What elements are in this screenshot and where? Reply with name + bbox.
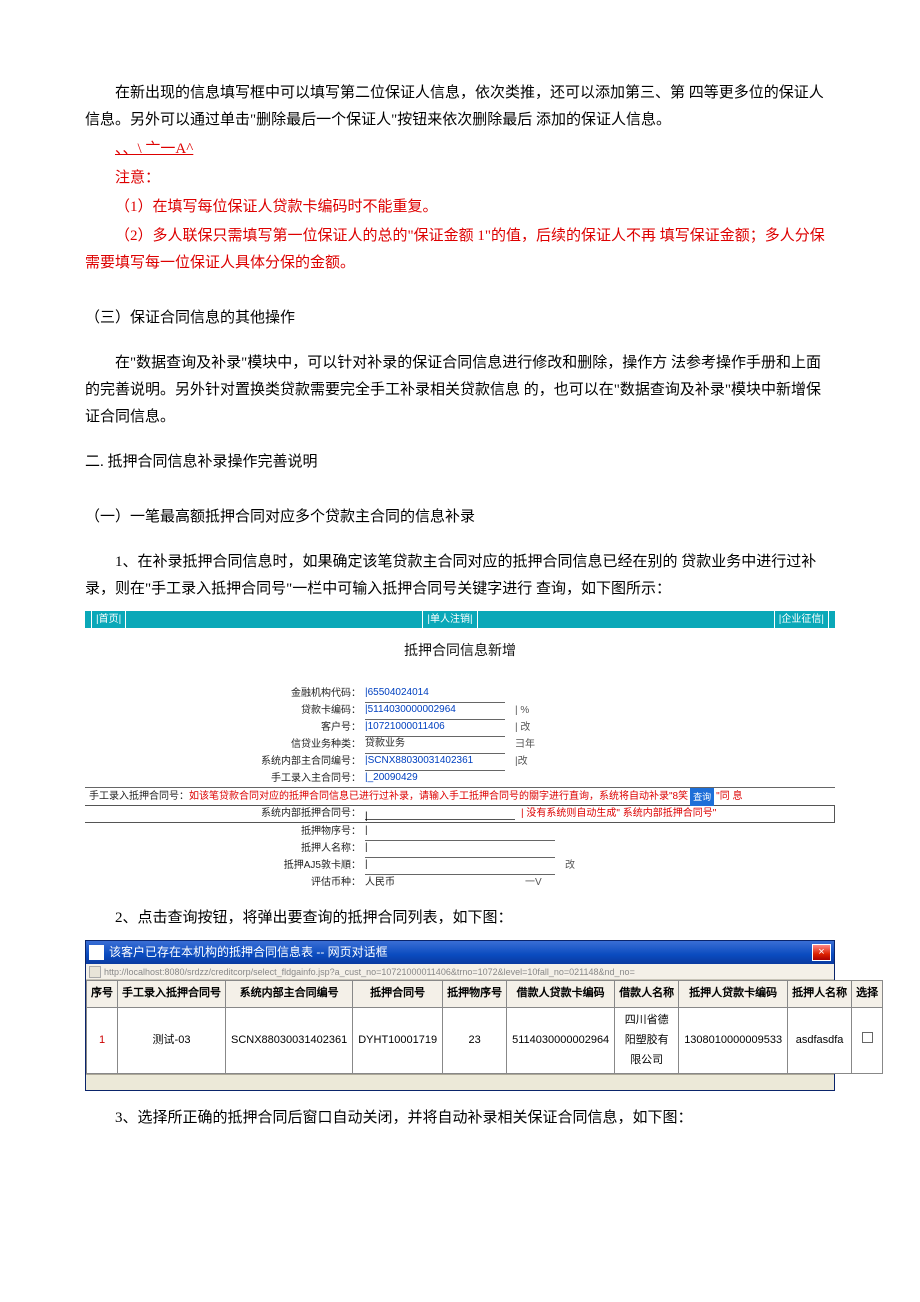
val-main[interactable]: |_20090429	[365, 769, 505, 788]
radio-icon[interactable]	[862, 1032, 873, 1043]
th-bname: 借款人名称	[615, 981, 679, 1008]
lbl-sys: 系统内部主合同编号：	[85, 753, 365, 771]
lbl-main: 手工录入主合同号：	[85, 770, 365, 788]
note-1: （1）在填写每位保证人贷款卡编码时不能重复。	[85, 194, 835, 221]
tab-mid[interactable]: |单人注销|	[422, 611, 477, 629]
th-idx: 序号	[87, 981, 118, 1008]
lbl-type: 信贷业务种类：	[85, 736, 365, 754]
note-head: 注意：	[85, 165, 835, 192]
suffix-cust: | 改	[505, 719, 530, 737]
th-sysmain: 系统内部主合同编号	[226, 981, 353, 1008]
lbl-curr: 评估币种：	[85, 874, 365, 892]
td-bname: 四川省德阳塑胶有限公司	[615, 1007, 679, 1073]
intro-p1: 在新出现的信息填写框中可以填写第二位保证人信息，依次类推，还可以添加第三、第 四…	[85, 80, 835, 134]
dialog-icon	[89, 945, 104, 960]
suffix-card: | %	[505, 702, 529, 720]
lbl-pname: 抵押人名称：	[85, 840, 365, 858]
dialog-title: 该客户已存在本机构的抵押合同信息表 -- 网页对话框	[109, 942, 388, 964]
suffix-pcard: 改	[555, 857, 575, 875]
table-header-row: 序号 手工录入抵押合同号 系统内部主合同编号 抵押合同号 抵押物序号 借款人贷款…	[87, 981, 883, 1008]
th-bcard: 借款人贷款卡编码	[507, 981, 615, 1008]
th-pledgeno: 抵押合同号	[353, 981, 443, 1008]
heading-2: 二. 抵押合同信息补录操作完善说明	[85, 449, 835, 476]
section3-title: （三）保证合同信息的其他操作	[85, 305, 835, 332]
suffix-curr: 一V	[515, 874, 542, 892]
note-syspledge: | 没有系统则自动生成" 系统内部抵押合同号"	[521, 805, 716, 823]
tab-right[interactable]: |企业征信|	[774, 611, 829, 629]
dialog-url: http://localhost:8080/srdzz/creditcorp/s…	[104, 964, 635, 980]
intro-symbol: 、、\ 亠一A^	[85, 136, 835, 163]
step-2: 2、点击查询按钮，将弹出要查询的抵押合同列表，如下图：	[85, 905, 835, 932]
dialog-table: 序号 手工录入抵押合同号 系统内部主合同编号 抵押合同号 抵押物序号 借款人贷款…	[86, 980, 883, 1074]
manual-lbl: 手工录入抵押合同号：	[89, 788, 189, 806]
td-pname: asdfasdfa	[788, 1007, 852, 1073]
lbl-pno: 抵押物序号：	[85, 823, 365, 841]
step-1: 1、在补录抵押合同信息时，如果确定该笔贷款主合同对应的抵押合同信息已经在别的 贷…	[85, 549, 835, 603]
val-pcard[interactable]: |	[365, 856, 555, 875]
lbl-pcard: 抵押AJ5敦卡順：	[85, 857, 365, 875]
note-2: （2）多人联保只需填写第一位保证人的总的"保证金额 1"的值，后续的保证人不再 …	[85, 223, 835, 277]
sub1-title: （一）一笔最高额抵押合同对应多个贷款主合同的信息补录	[85, 504, 835, 531]
th-manual: 手工录入抵押合同号	[118, 981, 226, 1008]
dialog-scrollbar[interactable]	[86, 1074, 834, 1090]
manual-query-btn[interactable]: 査询	[690, 788, 714, 806]
manual-trail: "同 息	[716, 788, 742, 806]
close-icon[interactable]: ×	[812, 944, 831, 961]
val-syspledge[interactable]: |	[365, 808, 515, 820]
lbl-card: 贷款卡编码：	[85, 702, 365, 720]
table-row: 1 测试-03 SCNX88030031402361 DYHT10001719 …	[87, 1007, 883, 1073]
val-curr[interactable]: 人民币	[365, 874, 515, 892]
th-pno: 抵押物序号	[443, 981, 507, 1008]
dialog-url-bar: http://localhost:8080/srdzz/creditcorp/s…	[86, 964, 834, 980]
lbl-org: 金融机构代码：	[85, 685, 365, 703]
manual-hint: 如该笔贷款合同对应的抵押合同信息已进行过补录，请输入手工抵押合同号的關字进行直询…	[189, 788, 688, 806]
td-pno: 23	[443, 1007, 507, 1073]
step-3: 3、选择所正确的抵押合同后窗口自动关闭，并将自动补录相关保证合同信息，如下图：	[85, 1105, 835, 1132]
th-pname: 抵押人名称	[788, 981, 852, 1008]
td-manual: 测试-03	[118, 1007, 226, 1073]
th-select: 选择	[852, 981, 883, 1008]
th-pcard: 抵押人贷款卡编码	[679, 981, 788, 1008]
td-idx: 1	[87, 1007, 118, 1073]
tab-home[interactable]: |首页|	[91, 611, 126, 629]
lbl-cust: 客户号：	[85, 719, 365, 737]
dialog-screenshot: 该客户已存在本机构的抵押合同信息表 -- 网页对话框 × http://loca…	[85, 940, 835, 1091]
td-pcard: 1308010000009533	[679, 1007, 788, 1073]
suffix-type: 彐年	[505, 736, 535, 754]
form-title: 抵押合同信息新增	[85, 628, 835, 685]
form-topbar: |首页| |单人注销| |企业征信|	[85, 611, 835, 628]
td-pledgeno: DYHT10001719	[353, 1007, 443, 1073]
section3-body: 在"数据查询及补录"模块中，可以针对补录的保证合同信息进行修改和删除，操作方 法…	[85, 350, 835, 431]
dialog-titlebar: 该客户已存在本机构的抵押合同信息表 -- 网页对话框 ×	[86, 941, 834, 964]
form-screenshot: |首页| |单人注销| |企业征信| 抵押合同信息新增 金融机构代码： |655…	[85, 611, 835, 891]
suffix-sys: |改	[505, 753, 528, 771]
lbl-syspledge: 系统内部抵押合同号：	[85, 805, 365, 823]
td-bcard: 5114030000002964	[507, 1007, 615, 1073]
manual-row: 手工录入抵押合同号： 如该笔贷款合同对应的抵押合同信息已进行过补录，请输入手工抵…	[85, 787, 835, 805]
url-icon	[89, 966, 101, 978]
td-select[interactable]	[852, 1007, 883, 1073]
td-sysmain: SCNX88030031402361	[226, 1007, 353, 1073]
